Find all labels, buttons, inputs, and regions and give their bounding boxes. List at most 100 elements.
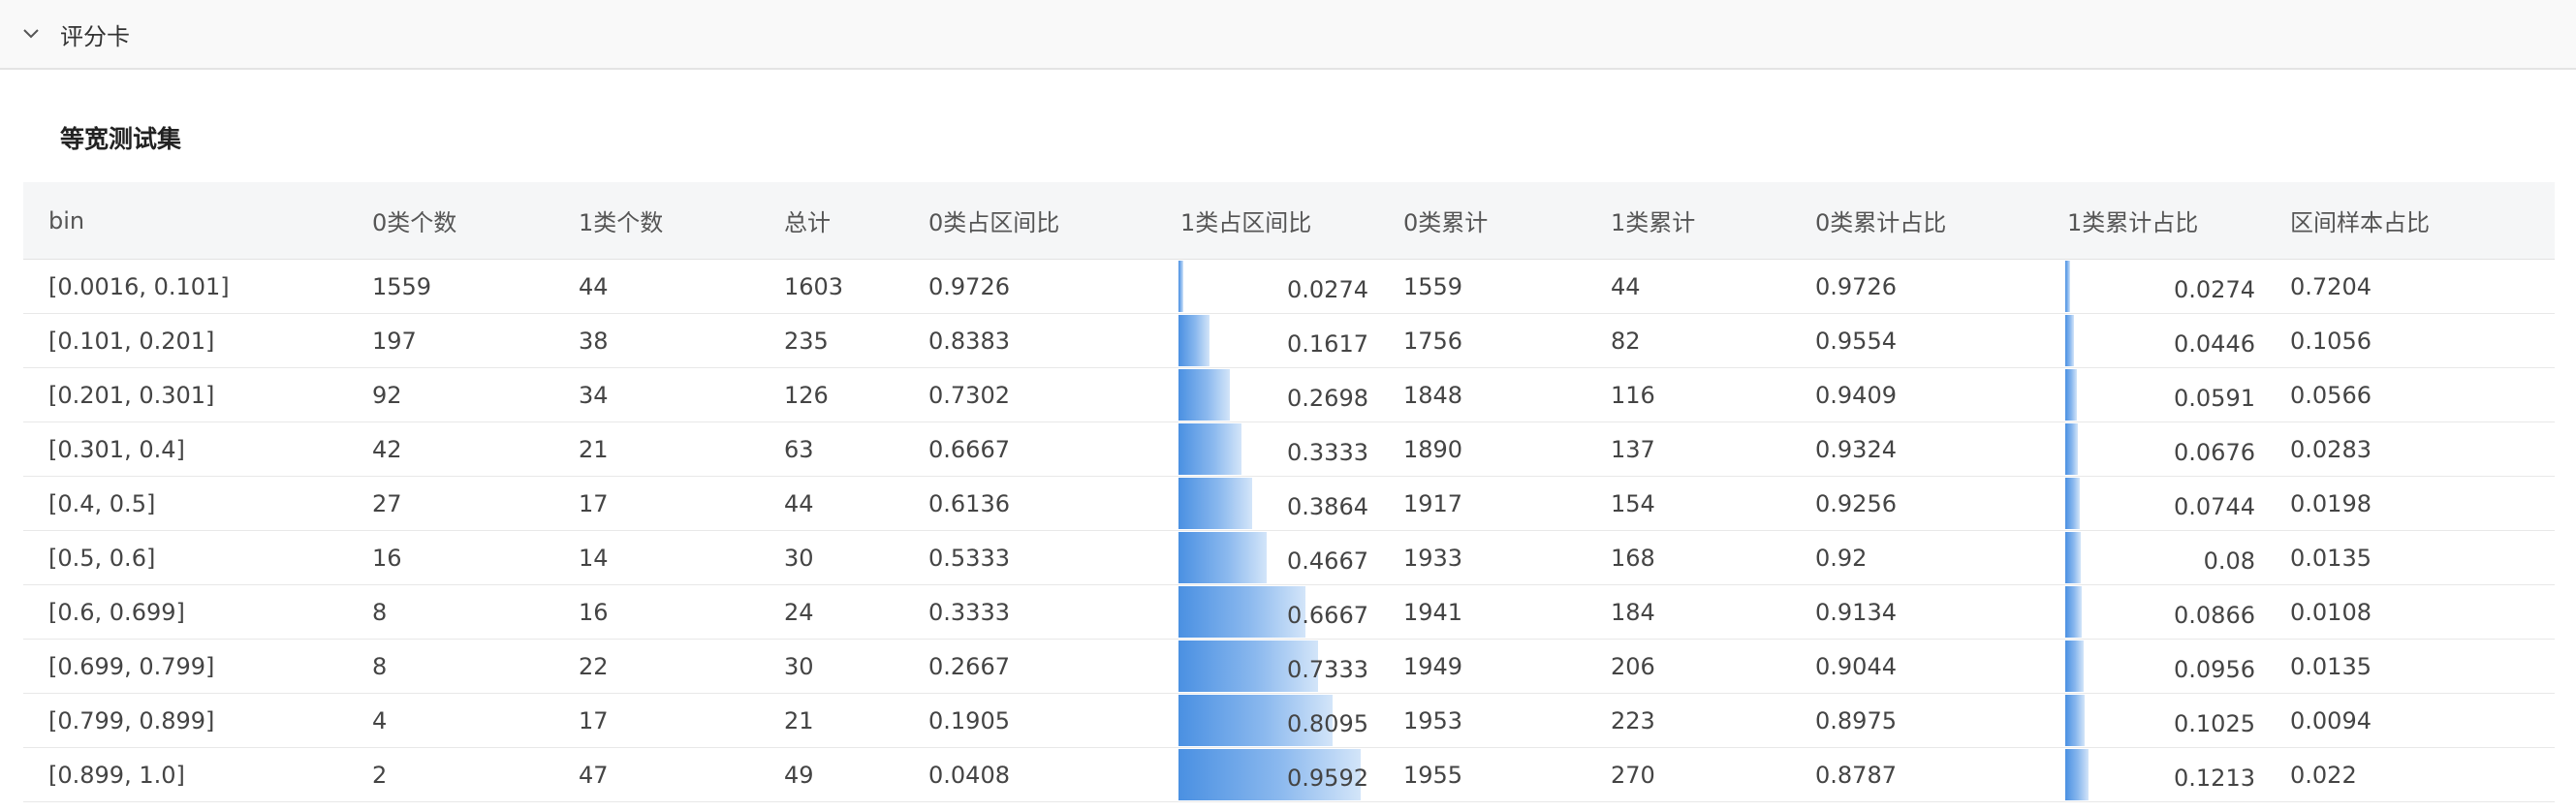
data-bar bbox=[2065, 532, 2081, 583]
table-row: [0.4, 0.5] 27 17 44 0.6136 0.3864 1917 154 0.925… bbox=[23, 477, 2555, 531]
cell-total: 21 bbox=[784, 706, 814, 734]
data-bar-value: 0.0866 bbox=[2174, 601, 2255, 629]
cell-class0-cum: 1933 bbox=[1403, 544, 1463, 572]
cell-class0-cum-ratio: 0.9726 bbox=[1815, 272, 1897, 300]
data-bar-cell-class1-ratio: 0.7333 bbox=[1178, 640, 1368, 693]
column-header-class1-count[interactable]: 1类个数 bbox=[579, 182, 663, 259]
cell-sample-ratio: 0.0283 bbox=[2290, 435, 2372, 463]
bin-stats-table: bin 0类个数 1类个数 总计 0类占区间比 1类占区间比 0类累计 1类累计 0类累计占比 1… bbox=[23, 182, 2555, 802]
cell-class0-count: 16 bbox=[372, 544, 402, 572]
column-header-class0-cum-ratio[interactable]: 0类累计占比 bbox=[1815, 182, 1946, 259]
cell-class0-ratio: 0.9726 bbox=[928, 272, 1010, 300]
cell-class0-cum-ratio: 0.8975 bbox=[1815, 706, 1897, 734]
data-bar-value: 0.8095 bbox=[1287, 709, 1368, 737]
cell-total: 63 bbox=[784, 435, 814, 463]
column-header-class0-ratio[interactable]: 0类占区间比 bbox=[928, 182, 1059, 259]
cell-class1-count: 17 bbox=[579, 489, 609, 517]
section-title: 等宽测试集 bbox=[60, 125, 182, 153]
column-header-sample-ratio[interactable]: 区间样本占比 bbox=[2290, 182, 2430, 259]
data-bar bbox=[2065, 640, 2084, 692]
data-bar bbox=[2065, 586, 2082, 638]
data-bar-value: 0.3864 bbox=[1287, 492, 1368, 520]
cell-bin: [0.799, 0.899] bbox=[48, 706, 215, 734]
cell-class1-count: 22 bbox=[579, 652, 609, 680]
cell-class0-cum-ratio: 0.8787 bbox=[1815, 761, 1897, 789]
cell-total: 24 bbox=[784, 598, 814, 626]
data-bar-cell-class1-cum-ratio: 0.1213 bbox=[2065, 748, 2255, 801]
cell-class0-cum-ratio: 0.9409 bbox=[1815, 381, 1897, 409]
data-bar bbox=[1178, 478, 1252, 529]
table-row: [0.6, 0.699] 8 16 24 0.3333 0.6667 1941 184 0.91… bbox=[23, 585, 2555, 640]
cell-total: 44 bbox=[784, 489, 814, 517]
column-header-class1-cum-ratio[interactable]: 1类累计占比 bbox=[2067, 182, 2198, 259]
data-bar-value: 0.3333 bbox=[1287, 438, 1368, 466]
data-bar-cell-class1-ratio: 0.8095 bbox=[1178, 694, 1368, 747]
data-bar bbox=[2065, 423, 2079, 475]
data-bar-value: 0.0446 bbox=[2174, 329, 2255, 358]
cell-class0-ratio: 0.6667 bbox=[928, 435, 1010, 463]
column-header-class0-count[interactable]: 0类个数 bbox=[372, 182, 456, 259]
cell-class1-count: 34 bbox=[579, 381, 609, 409]
data-bar bbox=[2065, 315, 2074, 366]
cell-class1-cum: 44 bbox=[1611, 272, 1641, 300]
cell-sample-ratio: 0.7204 bbox=[2290, 272, 2372, 300]
table-row: [0.5, 0.6] 16 14 30 0.5333 0.4667 1933 168 0.92 0… bbox=[23, 531, 2555, 585]
data-bar-cell-class1-cum-ratio: 0.1025 bbox=[2065, 694, 2255, 747]
cell-sample-ratio: 0.0135 bbox=[2290, 652, 2372, 680]
cell-sample-ratio: 0.1056 bbox=[2290, 327, 2372, 355]
data-bar bbox=[2065, 261, 2071, 312]
cell-total: 235 bbox=[784, 327, 829, 355]
data-bar-cell-class1-cum-ratio: 0.08 bbox=[2065, 531, 2255, 584]
data-bar-cell-class1-cum-ratio: 0.0866 bbox=[2065, 585, 2255, 639]
cell-class0-ratio: 0.1905 bbox=[928, 706, 1010, 734]
data-bar-value: 0.4667 bbox=[1287, 547, 1368, 575]
data-bar-value: 0.0274 bbox=[1287, 275, 1368, 303]
column-header-total[interactable]: 总计 bbox=[784, 182, 831, 259]
cell-bin: [0.699, 0.799] bbox=[48, 652, 215, 680]
data-bar-value: 0.1025 bbox=[2174, 709, 2255, 737]
cell-class0-cum-ratio: 0.9134 bbox=[1815, 598, 1897, 626]
cell-class1-count: 14 bbox=[579, 544, 609, 572]
cell-sample-ratio: 0.022 bbox=[2290, 761, 2357, 789]
data-bar bbox=[1178, 423, 1242, 475]
cell-class0-count: 8 bbox=[372, 598, 388, 626]
data-bar-cell-class1-ratio: 0.3333 bbox=[1178, 422, 1368, 476]
cell-bin: [0.5, 0.6] bbox=[48, 544, 156, 572]
cell-class0-cum: 1890 bbox=[1403, 435, 1463, 463]
data-bar-cell-class1-cum-ratio: 0.0446 bbox=[2065, 314, 2255, 367]
cell-class1-cum: 137 bbox=[1611, 435, 1655, 463]
data-bar-cell-class1-ratio: 0.6667 bbox=[1178, 585, 1368, 639]
cell-class0-ratio: 0.8383 bbox=[928, 327, 1010, 355]
data-bar bbox=[2065, 749, 2089, 800]
column-header-class1-cum[interactable]: 1类累计 bbox=[1611, 182, 1695, 259]
data-bar-cell-class1-ratio: 0.4667 bbox=[1178, 531, 1368, 584]
cell-class0-cum-ratio: 0.9044 bbox=[1815, 652, 1897, 680]
cell-class1-count: 38 bbox=[579, 327, 609, 355]
cell-class1-cum: 116 bbox=[1611, 381, 1655, 409]
cell-sample-ratio: 0.0198 bbox=[2290, 489, 2372, 517]
data-bar-value: 0.1213 bbox=[2174, 764, 2255, 792]
scorecard-collapse-toggle[interactable]: 评分卡 bbox=[0, 0, 130, 68]
cell-total: 126 bbox=[784, 381, 829, 409]
cell-class1-count: 21 bbox=[579, 435, 609, 463]
table-row: [0.899, 1.0] 2 47 49 0.0408 0.9592 1955 270 0.87… bbox=[23, 748, 2555, 802]
cell-class0-cum-ratio: 0.9256 bbox=[1815, 489, 1897, 517]
data-bar-value: 0.7333 bbox=[1287, 655, 1368, 683]
panel-title: 评分卡 bbox=[60, 22, 130, 50]
cell-bin: [0.4, 0.5] bbox=[48, 489, 156, 517]
cell-bin: [0.101, 0.201] bbox=[48, 327, 215, 355]
cell-class0-cum: 1953 bbox=[1403, 706, 1463, 734]
column-header-class0-cum[interactable]: 0类累计 bbox=[1403, 182, 1488, 259]
cell-sample-ratio: 0.0094 bbox=[2290, 706, 2372, 734]
chevron-down-icon bbox=[19, 22, 43, 46]
cell-sample-ratio: 0.0566 bbox=[2290, 381, 2372, 409]
data-bar-value: 0.0744 bbox=[2174, 492, 2255, 520]
cell-class0-count: 4 bbox=[372, 706, 388, 734]
data-bar-cell-class1-ratio: 0.2698 bbox=[1178, 368, 1368, 422]
column-header-class1-ratio[interactable]: 1类占区间比 bbox=[1180, 182, 1311, 259]
table-row: [0.799, 0.899] 4 17 21 0.1905 0.8095 1953 223 0.… bbox=[23, 694, 2555, 748]
column-header-bin[interactable]: bin bbox=[48, 182, 84, 259]
cell-class0-cum: 1756 bbox=[1403, 327, 1463, 355]
data-bar-cell-class1-ratio: 0.0274 bbox=[1178, 260, 1368, 313]
cell-class0-ratio: 0.7302 bbox=[928, 381, 1010, 409]
